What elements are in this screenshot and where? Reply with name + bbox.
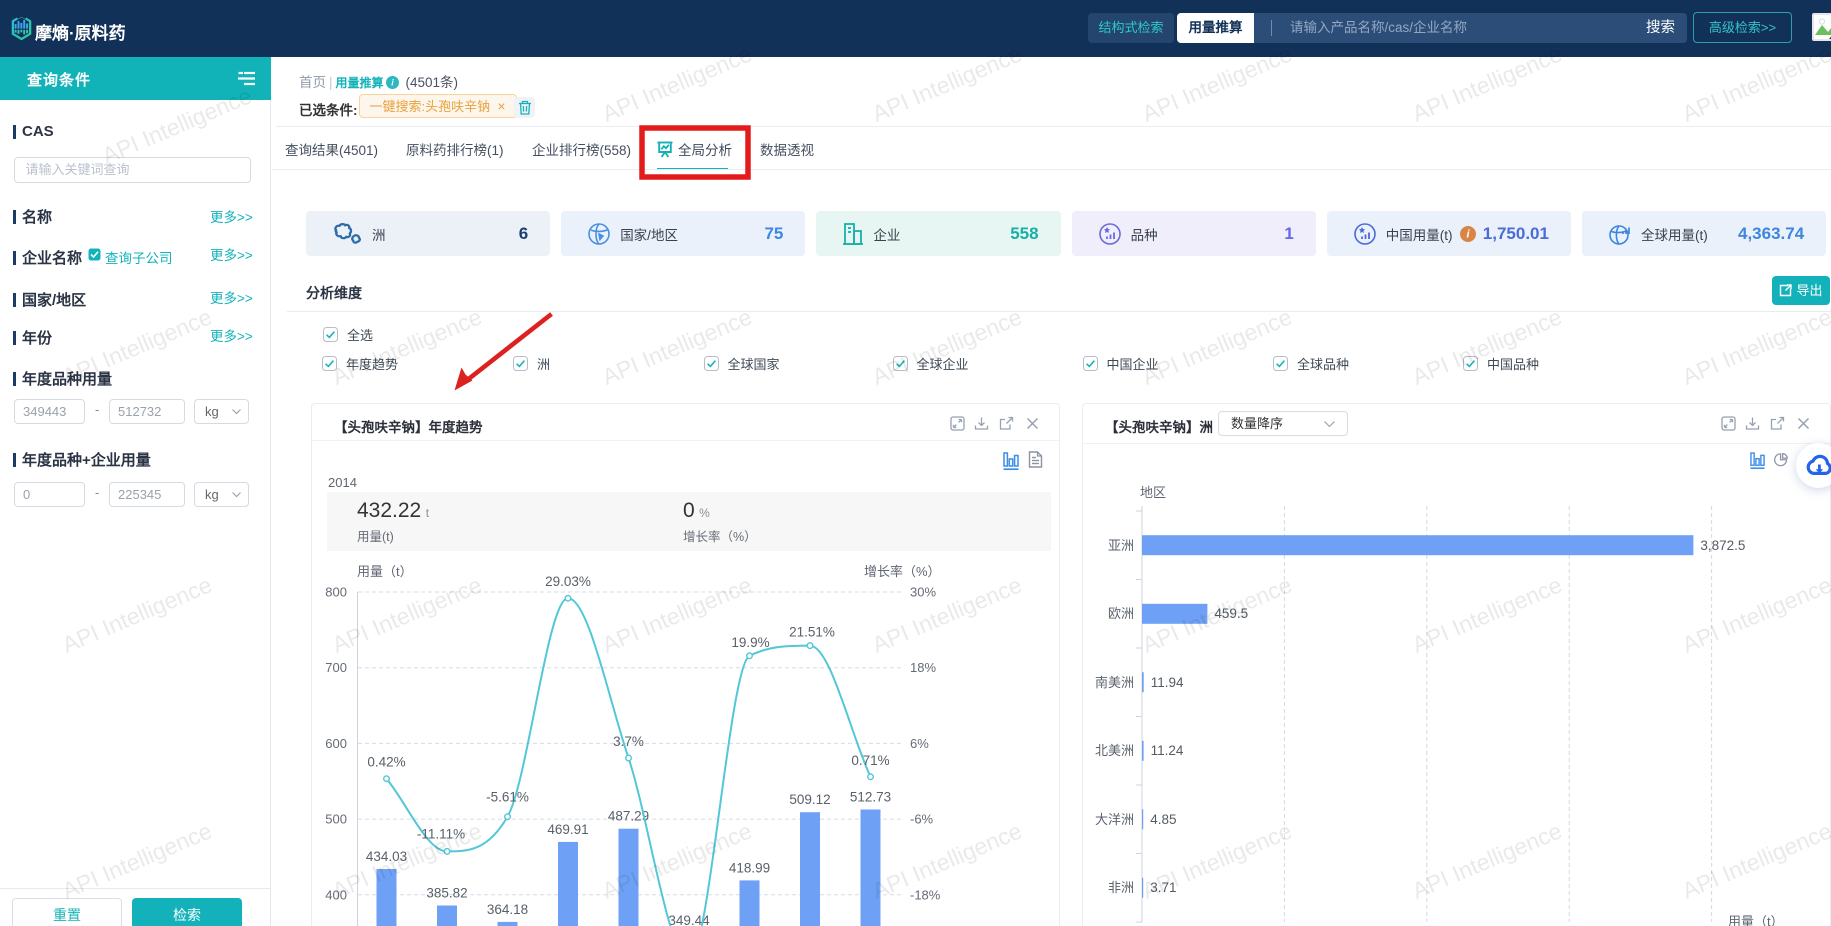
svg-text:29.03%: 29.03%	[545, 574, 591, 589]
svg-text:11.24: 11.24	[1151, 743, 1184, 758]
svg-text:30%: 30%	[910, 585, 936, 600]
svg-text:18%: 18%	[910, 660, 936, 675]
svg-text:-18%: -18%	[910, 887, 941, 902]
svg-text:0.71%: 0.71%	[851, 753, 889, 768]
svg-text:469.91: 469.91	[547, 822, 588, 837]
svg-text:3,872.5: 3,872.5	[1700, 538, 1745, 553]
svg-text:6%: 6%	[910, 736, 929, 751]
svg-text:-6%: -6%	[910, 812, 934, 827]
svg-text:500: 500	[325, 812, 347, 827]
svg-text:-5.61%: -5.61%	[486, 790, 529, 805]
svg-text:4.85: 4.85	[1150, 812, 1176, 827]
svg-text:北美洲: 北美洲	[1095, 743, 1134, 758]
svg-text:364.18: 364.18	[487, 902, 528, 917]
svg-text:800: 800	[325, 585, 347, 600]
svg-text:600: 600	[325, 736, 347, 751]
svg-text:3.71: 3.71	[1150, 880, 1176, 895]
svg-text:3.7%: 3.7%	[613, 734, 644, 749]
svg-text:0.42%: 0.42%	[367, 755, 405, 770]
svg-text:用量（t）: 用量（t）	[357, 564, 413, 579]
svg-text:大洋洲: 大洋洲	[1095, 812, 1134, 827]
svg-text:19.9%: 19.9%	[731, 635, 769, 650]
svg-text:南美洲: 南美洲	[1095, 675, 1134, 690]
svg-text:地区: 地区	[1140, 485, 1166, 500]
svg-text:欧洲: 欧洲	[1108, 606, 1134, 621]
svg-text:434.03: 434.03	[366, 849, 407, 864]
svg-text:385.82: 385.82	[426, 886, 467, 901]
svg-text:700: 700	[325, 660, 347, 675]
svg-text:459.5: 459.5	[1214, 606, 1248, 621]
svg-text:用量（t）: 用量（t）	[1728, 914, 1784, 926]
svg-text:11.94: 11.94	[1151, 675, 1184, 690]
svg-text:400: 400	[325, 887, 347, 902]
svg-text:418.99: 418.99	[729, 860, 770, 875]
svg-text:亚洲: 亚洲	[1108, 538, 1134, 553]
svg-text:-11.11%: -11.11%	[417, 826, 465, 841]
svg-text:509.12: 509.12	[789, 792, 830, 807]
svg-text:21.51%: 21.51%	[789, 625, 835, 640]
svg-text:512.73: 512.73	[850, 790, 891, 805]
svg-text:增长率（%）: 增长率（%）	[864, 564, 941, 579]
svg-text:非洲: 非洲	[1108, 880, 1134, 895]
